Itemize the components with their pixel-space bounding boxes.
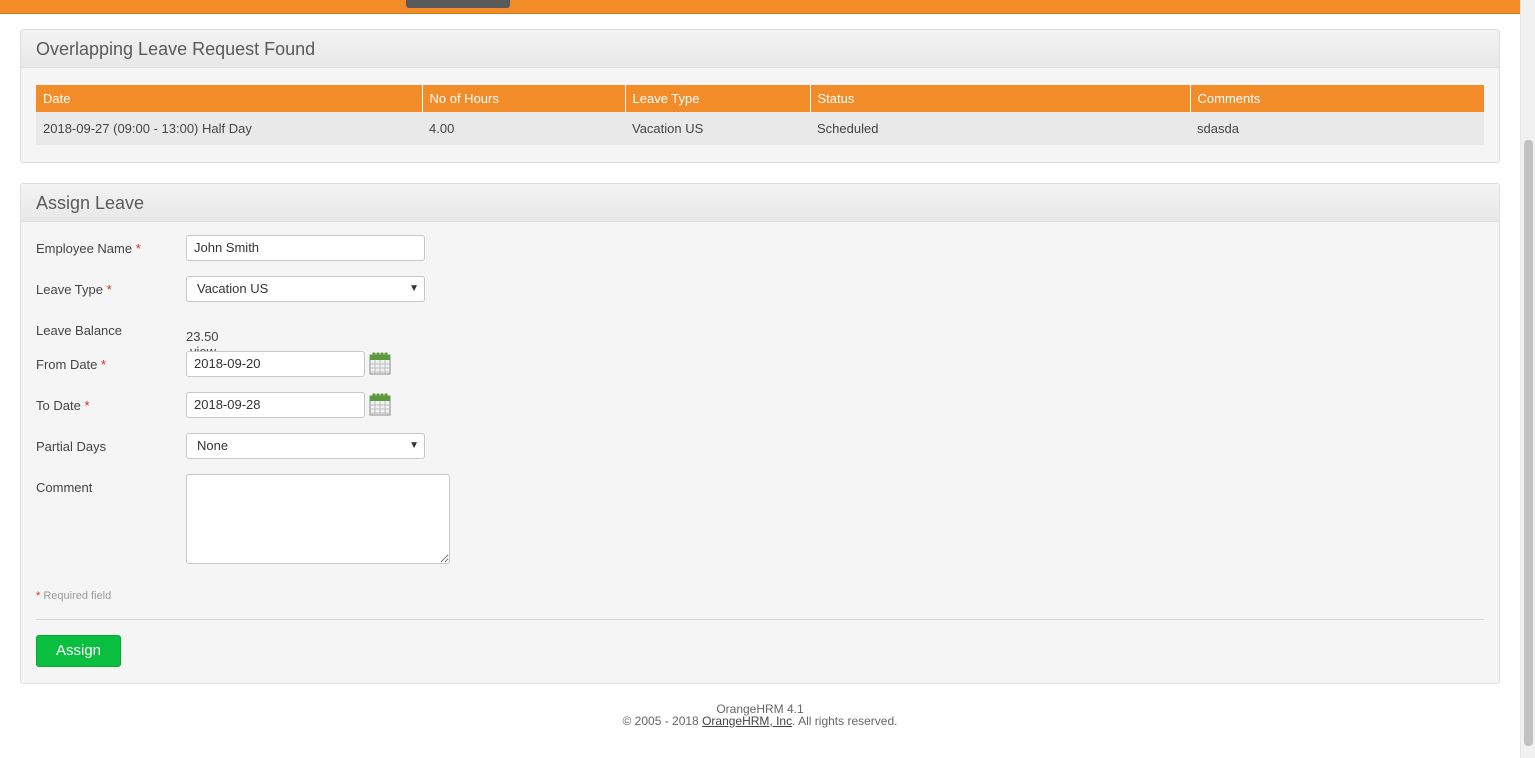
column-header-date: Date — [36, 85, 423, 112]
active-menu-tab[interactable] — [406, 0, 510, 8]
cell-leave-type: Vacation US — [625, 112, 810, 145]
comment-textarea[interactable] — [186, 474, 450, 564]
company-link[interactable]: OrangeHRM, Inc — [702, 714, 792, 728]
to-date-input[interactable]: 2018-09-28 — [186, 392, 365, 418]
leave-type-selected-value: Vacation US — [197, 281, 269, 296]
comment-label: Comment — [36, 480, 93, 495]
footer-copyright: © 2005 - 2018 OrangeHRM, Inc. All rights… — [0, 715, 1520, 727]
calendar-icon[interactable] — [369, 392, 391, 416]
leave-type-label-text: Leave Type — [36, 282, 103, 297]
page-scrollbar[interactable] — [1520, 0, 1535, 758]
from-date-label-text: From Date — [36, 357, 98, 372]
required-marker: * — [84, 398, 90, 413]
leave-balance-value: 23.50 — [186, 329, 219, 344]
overlapping-leave-panel: Overlapping Leave Request Found Date No … — [20, 29, 1500, 163]
required-marker: * — [106, 282, 112, 297]
cell-comments: sdasda — [1190, 112, 1484, 145]
footer-copyright-suffix: . All rights reserved. — [792, 714, 898, 728]
leave-type-select[interactable]: Vacation US ▼ — [186, 276, 425, 302]
from-date-input[interactable]: 2018-09-20 — [186, 351, 365, 377]
required-field-text: Required field — [43, 590, 112, 602]
footer-copyright-prefix: © 2005 - 2018 — [622, 714, 703, 728]
leave-balance-label: Leave Balance — [36, 323, 123, 338]
leave-type-label: Leave Type * — [36, 282, 186, 297]
calendar-icon[interactable] — [369, 351, 391, 375]
to-date-label-text: To Date — [36, 398, 81, 413]
partial-days-selected-value: None — [197, 438, 229, 453]
required-marker: * — [101, 357, 107, 372]
to-date-label: To Date * — [36, 398, 186, 413]
employee-name-label: Employee Name * — [36, 241, 186, 256]
required-field-note: * Required field — [36, 590, 111, 602]
required-marker: * — [36, 590, 41, 602]
column-header-hours: No of Hours — [422, 85, 626, 112]
table-header-row: Date No of Hours Leave Type Status Comme… — [36, 85, 1484, 112]
cell-hours: 4.00 — [422, 112, 625, 145]
employee-name-input[interactable]: John Smith — [186, 235, 425, 261]
assign-button[interactable]: Assign — [36, 635, 121, 667]
cell-status: Scheduled — [810, 112, 1190, 145]
partial-days-label: Partial Days — [36, 439, 107, 454]
assign-leave-panel: Assign Leave Employee Name * John Smith … — [20, 183, 1500, 684]
cell-date: 2018-09-27 (09:00 - 13:00) Half Day — [36, 112, 422, 145]
column-header-status: Status — [810, 85, 1191, 112]
chevron-down-icon: ▼ — [409, 440, 419, 451]
partial-days-select[interactable]: None ▼ — [186, 433, 425, 459]
scrollbar-thumb[interactable] — [1524, 140, 1533, 746]
assign-leave-title: Assign Leave — [21, 184, 1499, 222]
column-header-leave-type: Leave Type — [625, 85, 811, 112]
top-menu-bar — [0, 0, 1520, 14]
page-footer: OrangeHRM 4.1 © 2005 - 2018 OrangeHRM, I… — [0, 703, 1520, 727]
required-marker: * — [135, 241, 141, 256]
table-row: 2018-09-27 (09:00 - 13:00) Half Day 4.00… — [36, 112, 1484, 145]
overlapping-leave-title: Overlapping Leave Request Found — [21, 30, 1499, 68]
chevron-down-icon: ▼ — [409, 283, 419, 294]
from-date-label: From Date * — [36, 357, 186, 372]
form-divider — [36, 619, 1484, 620]
column-header-comments: Comments — [1190, 85, 1484, 112]
overlapping-leave-table: Date No of Hours Leave Type Status Comme… — [36, 85, 1484, 145]
employee-name-label-text: Employee Name — [36, 241, 133, 256]
